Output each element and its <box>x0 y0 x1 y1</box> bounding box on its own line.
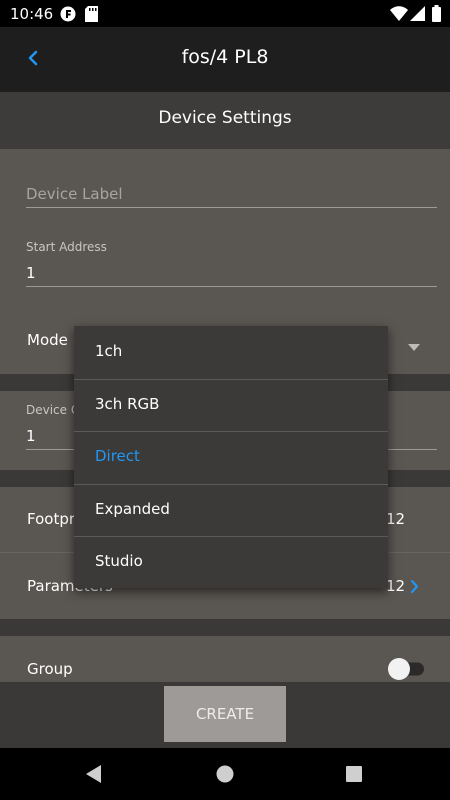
section-header: Device Settings <box>0 92 450 149</box>
clock: 10:46 <box>10 5 54 23</box>
device-quantity-label: Device Q <box>26 403 81 417</box>
create-button[interactable]: CREATE <box>164 686 286 742</box>
section-title: Device Settings <box>158 108 292 128</box>
mode-option-label: 1ch <box>95 342 123 360</box>
mode-label: Mode <box>27 331 68 349</box>
mode-option[interactable]: Direct <box>74 431 388 483</box>
chevron-right-icon[interactable] <box>410 579 420 598</box>
device-label-field[interactable]: Device Label <box>26 185 123 203</box>
mode-dropdown-menu: 1ch 3ch RGB Direct Expanded Studio <box>74 326 388 588</box>
mode-option[interactable]: Studio <box>74 536 388 588</box>
status-bar: 10:46 <box>0 0 450 27</box>
notification-app-icon <box>60 6 76 26</box>
footprint-value: 12 <box>386 510 406 528</box>
page-title: fos/4 PL8 <box>181 46 269 68</box>
start-address-label: Start Address <box>26 240 107 254</box>
mode-option-label: Studio <box>95 552 143 570</box>
wifi-icon <box>390 6 408 25</box>
sd-card-icon <box>85 6 98 26</box>
device-label-underline <box>26 207 437 208</box>
nav-back-icon[interactable] <box>86 765 102 787</box>
mode-option[interactable]: 1ch <box>74 326 388 378</box>
nav-recents-icon[interactable] <box>346 766 362 786</box>
mode-dropdown-arrow-icon[interactable] <box>408 336 420 355</box>
navigation-bar <box>0 748 450 800</box>
mode-option[interactable]: 3ch RGB <box>74 379 388 431</box>
parameters-value: 12 <box>386 577 406 595</box>
start-address-underline <box>26 286 437 287</box>
mode-option-label: 3ch RGB <box>95 394 160 413</box>
start-address-field[interactable]: 1 <box>26 264 36 282</box>
mode-option-label: Expanded <box>95 499 170 518</box>
battery-icon <box>432 5 441 26</box>
group-label: Group <box>27 660 73 678</box>
footprint-label: Footpr <box>27 510 76 528</box>
mode-option-label: Direct <box>95 447 140 465</box>
app-bar: fos/4 PL8 <box>0 27 450 92</box>
device-quantity-field[interactable]: 1 <box>26 427 36 445</box>
nav-home-icon[interactable] <box>216 765 234 787</box>
signal-icon <box>410 6 425 25</box>
mode-option[interactable]: Expanded <box>74 484 388 536</box>
